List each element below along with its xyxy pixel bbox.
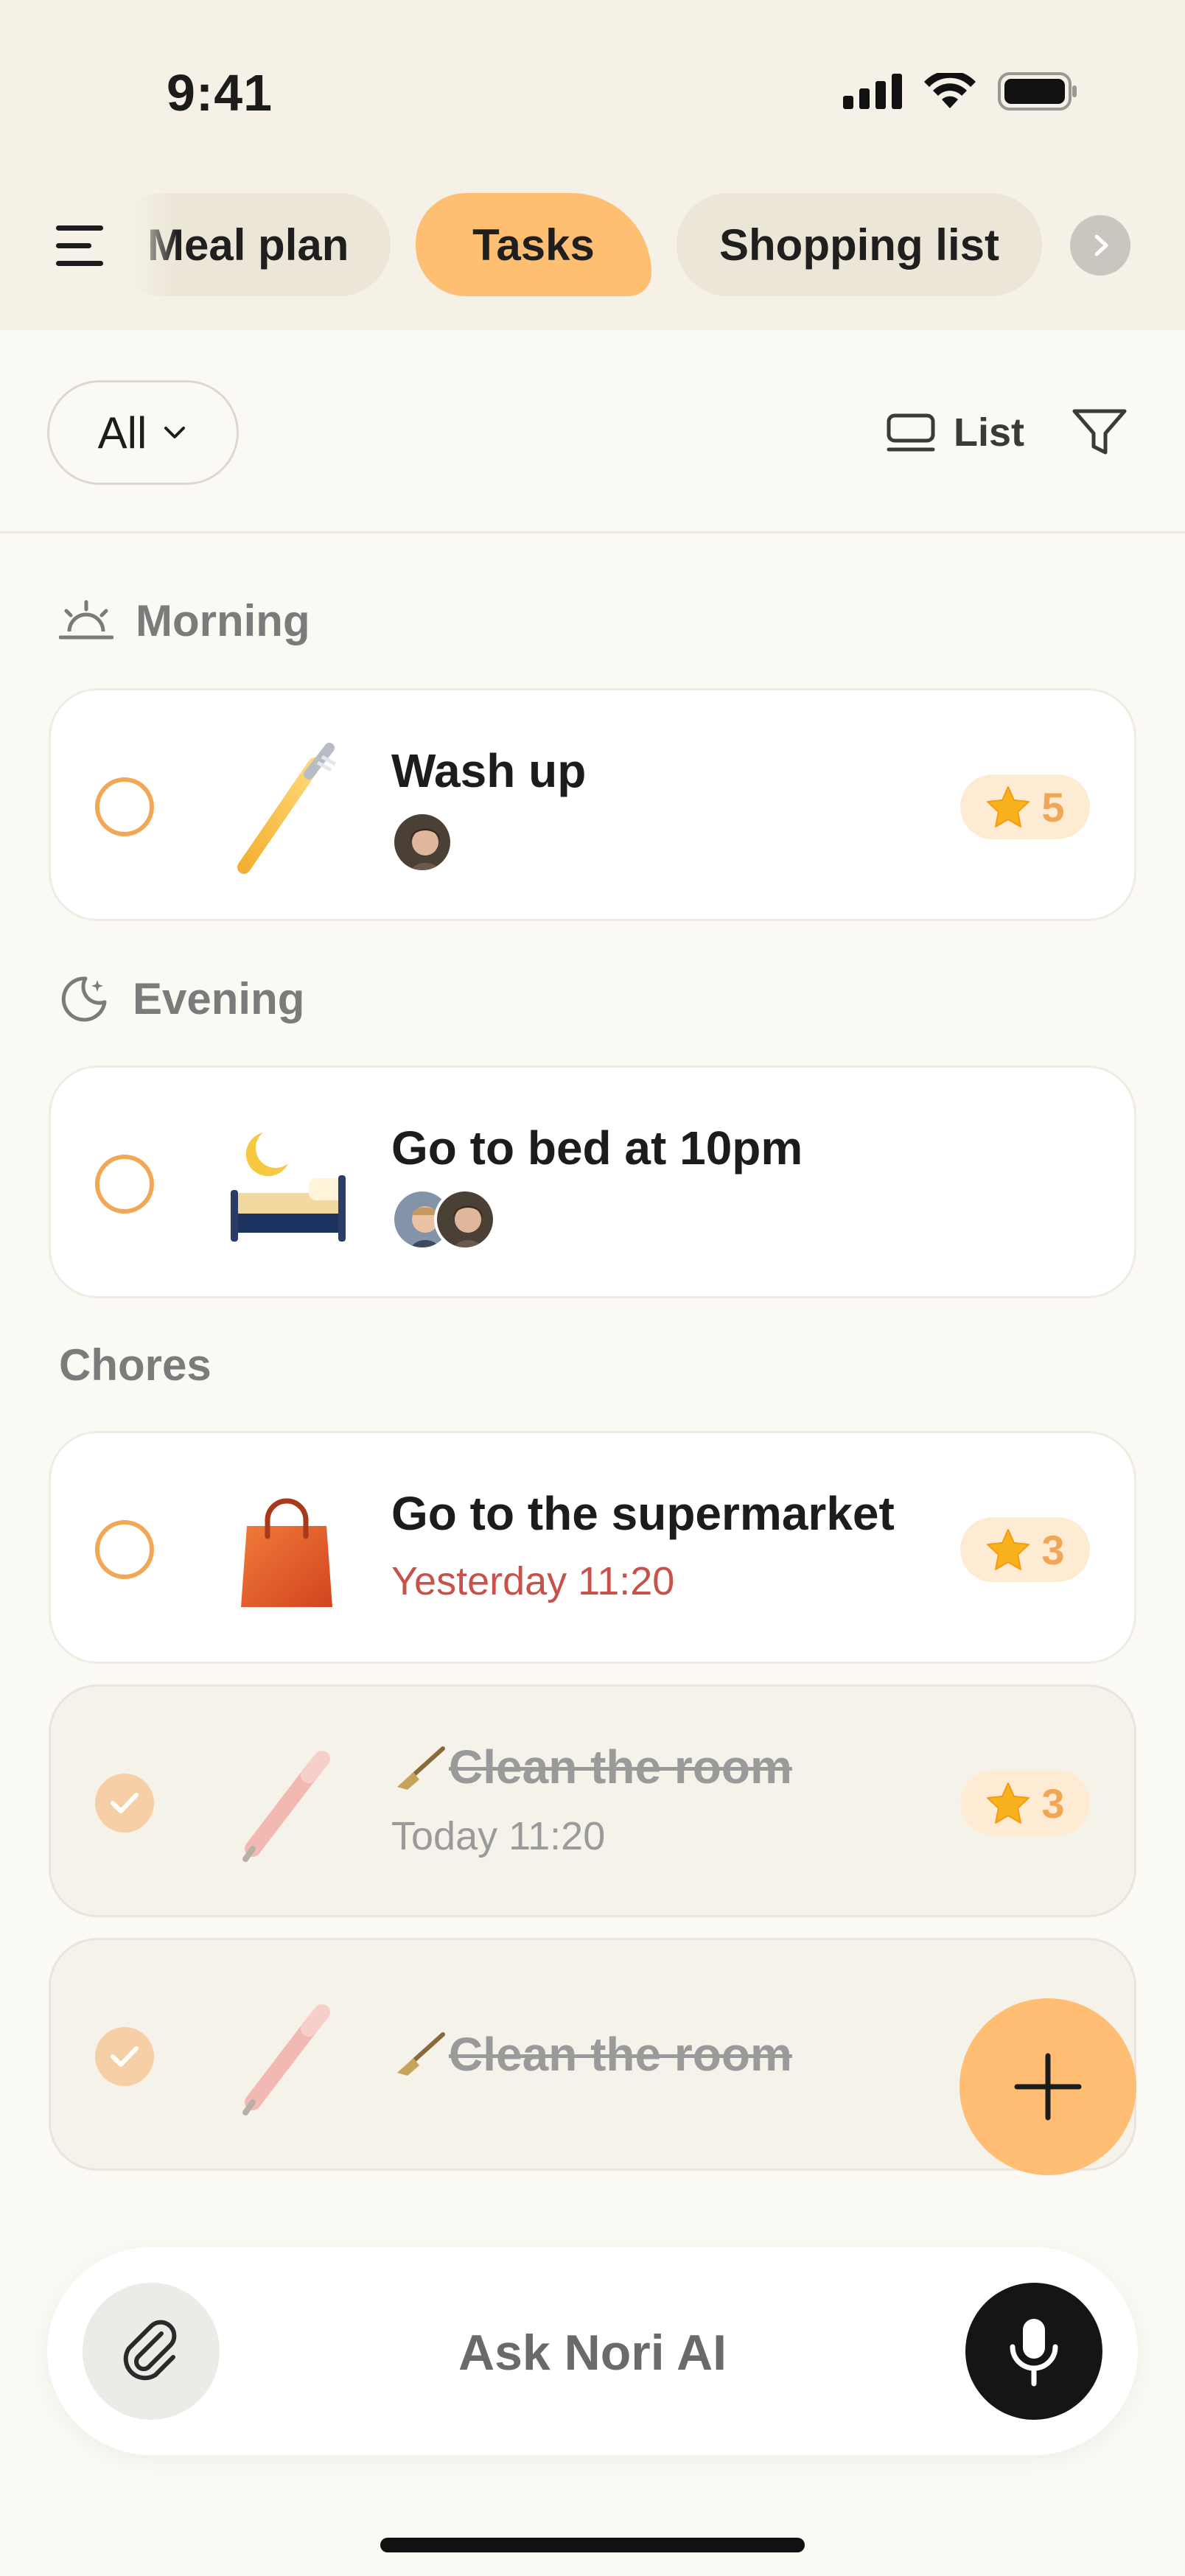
- star-icon: [987, 786, 1030, 827]
- task-card-wash-up[interactable]: Wash up 5: [49, 688, 1136, 921]
- voice-input-button[interactable]: [965, 2283, 1102, 2420]
- section-label-text: Chores: [59, 1340, 212, 1390]
- tab-shopping-list[interactable]: Shopping list: [677, 193, 1042, 296]
- section-chores: Chores: [59, 1340, 212, 1390]
- filter-label: All: [97, 407, 147, 458]
- broom-icon: [397, 1746, 445, 1790]
- list-view-icon: [887, 413, 935, 452]
- toolbar: All List: [0, 330, 1185, 533]
- points-badge: 3: [960, 1517, 1090, 1582]
- tab-tasks[interactable]: Tasks: [416, 193, 651, 296]
- sunrise-icon: [59, 600, 113, 639]
- toothbrush-icon: [237, 743, 337, 874]
- tasks-screen: 9:41 Meal plan Tasks Shopping list All L…: [0, 0, 1185, 2576]
- tab-label: Shopping list: [719, 220, 999, 270]
- plus-icon: [1014, 2053, 1082, 2121]
- task-checkbox[interactable]: [95, 777, 154, 836]
- checkmark-icon: [111, 2046, 139, 2067]
- points-value: 5: [1041, 783, 1065, 830]
- cellular-signal-icon: [843, 74, 902, 109]
- points-badge: 5: [960, 774, 1090, 839]
- task-card-clean-room[interactable]: Clean the room Today 11:20 3: [49, 1684, 1136, 1917]
- task-card-go-to-bed[interactable]: Go to bed at 10pm: [49, 1065, 1136, 1298]
- ask-ai-bar[interactable]: Ask Nori AI: [47, 2247, 1138, 2455]
- status-icons: [843, 72, 1079, 111]
- points-value: 3: [1041, 1526, 1065, 1573]
- status-time: 9:41: [167, 64, 273, 122]
- filter-dropdown[interactable]: All: [47, 380, 239, 485]
- chevron-down-icon: [164, 427, 186, 438]
- broom-icon: [397, 2032, 445, 2076]
- home-indicator: [380, 2538, 805, 2552]
- tab-label: Meal plan: [147, 220, 349, 270]
- moon-stars-icon: [61, 976, 107, 1022]
- task-title: Go to bed at 10pm: [391, 1121, 803, 1175]
- tab-meal-plan[interactable]: Meal plan: [111, 193, 391, 296]
- section-evening: Evening: [59, 973, 304, 1024]
- avatar: [434, 1189, 496, 1250]
- view-label: List: [954, 410, 1025, 455]
- battery-icon: [998, 72, 1077, 111]
- view-toggle[interactable]: List: [884, 408, 1024, 457]
- task-title: Go to the supermarket: [391, 1487, 895, 1540]
- assignee-avatars: [391, 1189, 496, 1250]
- section-morning: Morning: [59, 595, 310, 646]
- microphone-icon: [1010, 2319, 1058, 2387]
- pencil-icon: [242, 1751, 330, 1862]
- section-label-text: Morning: [136, 596, 310, 645]
- tab-label: Tasks: [472, 220, 595, 270]
- menu-icon[interactable]: [56, 221, 109, 270]
- points-value: 3: [1041, 1779, 1065, 1827]
- section-label-text: Evening: [133, 973, 305, 1023]
- task-checkbox[interactable]: [95, 1520, 154, 1579]
- task-due-time: Today 11:20: [391, 1814, 606, 1858]
- chevron-right-icon[interactable]: [1070, 215, 1130, 276]
- header: 9:41 Meal plan Tasks Shopping list: [0, 0, 1185, 330]
- add-task-button[interactable]: [959, 1998, 1136, 2175]
- wifi-icon: [924, 73, 976, 108]
- star-icon: [987, 1529, 1030, 1570]
- pencil-icon: [242, 2004, 330, 2115]
- checkmark-icon: [111, 1793, 139, 1813]
- task-checkbox[interactable]: [95, 1155, 154, 1214]
- points-badge: 3: [960, 1771, 1090, 1835]
- filter-funnel-icon[interactable]: [1072, 407, 1128, 458]
- shopping-bag-icon: [241, 1498, 332, 1607]
- avatar: [391, 811, 453, 873]
- task-due-time: Yesterday 11:20: [391, 1559, 675, 1603]
- task-card-supermarket[interactable]: Go to the supermarket Yesterday 11:20 3: [49, 1431, 1136, 1664]
- task-title: Wash up: [391, 744, 587, 797]
- task-checkbox-checked[interactable]: [95, 2027, 154, 2086]
- task-checkbox-checked[interactable]: [95, 1774, 154, 1833]
- bed-moon-icon: [231, 1133, 346, 1242]
- assignee-avatars: [391, 811, 453, 873]
- task-title: Clean the room: [449, 2028, 792, 2081]
- star-icon: [987, 1782, 1030, 1824]
- task-title: Clean the room: [449, 1740, 792, 1793]
